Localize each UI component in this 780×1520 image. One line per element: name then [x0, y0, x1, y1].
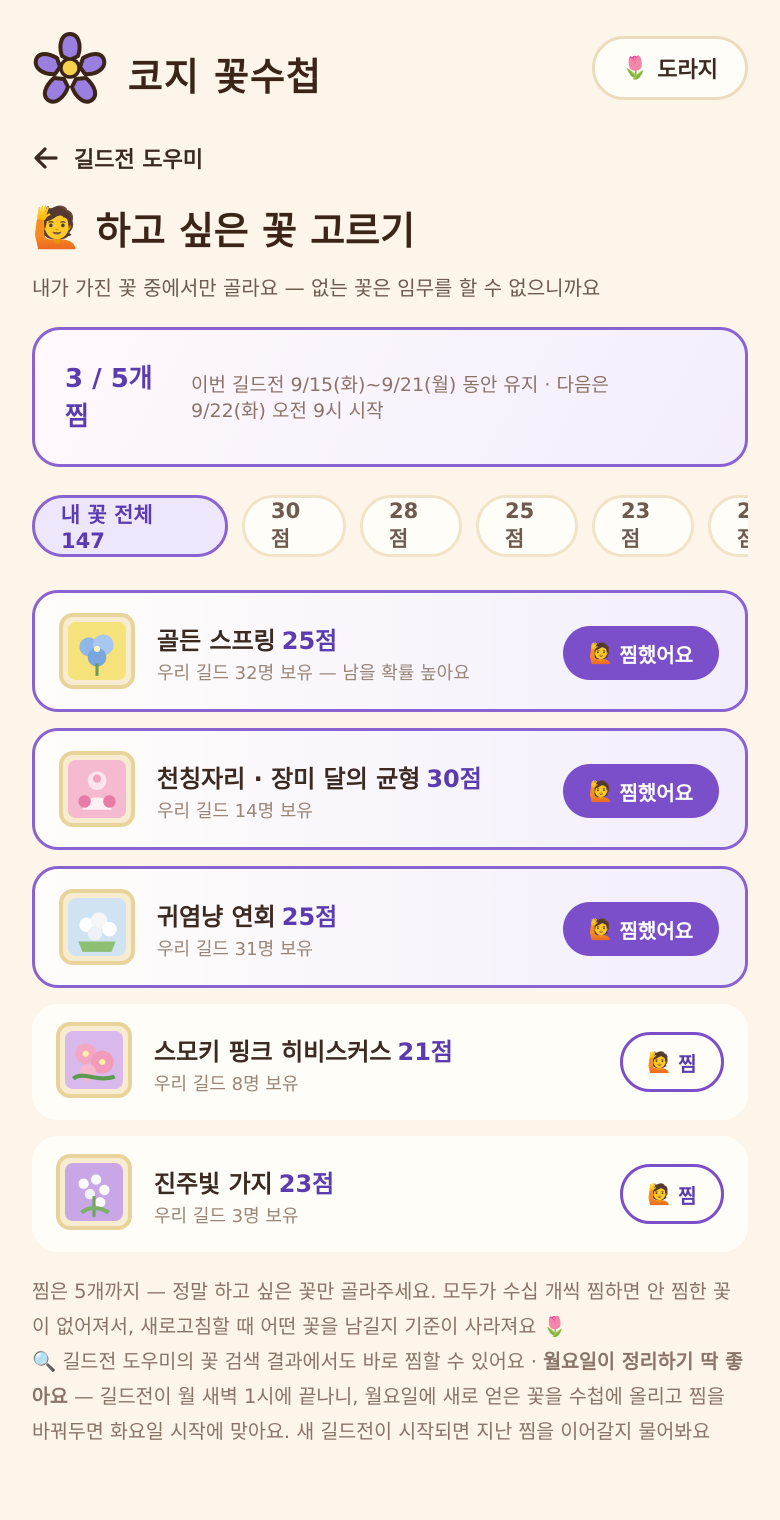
flower-guild-count: 우리 길드 14명 보유 [157, 801, 313, 822]
blue-flower-bouquet-icon [68, 622, 126, 680]
flower-name: 귀염냥 연회 25점 [157, 903, 338, 931]
app-title: 코지 꽃수첩 [128, 55, 323, 99]
flower-card: 골든 스프링 25점 우리 길드 32명 보유 — 남을 확률 높아요 🙋 찜했어… [32, 590, 748, 712]
flower-thumbnail [56, 1154, 132, 1230]
pick-period-note: 이번 길드전 9/15(화)~9/21(월) 동안 유지 · 다음은 9/22(… [191, 374, 609, 422]
raising-hand-icon: 🙋 [647, 1050, 673, 1074]
flower-score: 25점 [281, 903, 338, 931]
back-link[interactable]: 길드전 도우미 [32, 140, 203, 176]
pick-button[interactable]: 🙋 찜 [620, 1164, 724, 1224]
arrow-left-icon [34, 147, 58, 169]
flower-thumbnail [59, 889, 135, 965]
picked-button[interactable]: 🙋 찜했어요 [563, 764, 719, 818]
magnifier-icon: 🔍 [32, 1350, 57, 1373]
flower-name: 진주빛 가지 23점 [154, 1170, 335, 1198]
flower-score: 25점 [281, 627, 338, 655]
raising-hand-icon: 🙋 [588, 641, 614, 665]
filter-chip-21[interactable]: 21점 [708, 495, 748, 557]
help-footnote: 찜은 5개까지 — 정말 하고 싶은 꽃만 골라주세요. 모두가 수십 개씩 찜… [32, 1274, 748, 1449]
user-chip[interactable]: 🌷 도라지 [592, 36, 748, 100]
flower-card: 스모키 핑크 히비스커스 21점 우리 길드 8명 보유 🙋 찜 [32, 1004, 748, 1120]
flower-thumbnail [59, 613, 135, 689]
picked-button[interactable]: 🙋 찜했어요 [563, 626, 719, 680]
flower-score: 21점 [397, 1038, 453, 1066]
flower-card: 천칭자리 · 장미 달의 균형 30점 우리 길드 14명 보유 🙋 찜했어요 [32, 728, 748, 850]
raising-hand-icon: 🙋 [588, 917, 614, 941]
back-label: 길드전 도우미 [74, 148, 204, 173]
footnote-line-2: 🔍 길드전 도우미의 꽃 검색 결과에서도 바로 찜할 수 있어요 · 월요일이… [32, 1350, 744, 1443]
picked-button[interactable]: 🙋 찜했어요 [563, 902, 719, 956]
flower-score: 23점 [278, 1170, 335, 1198]
flower-thumbnail [56, 1022, 132, 1098]
tulip-icon: 🌷 [621, 55, 650, 81]
filter-chip-23[interactable]: 23점 [592, 495, 694, 557]
flower-guild-count: 우리 길드 8명 보유 [154, 1074, 299, 1095]
flower-card: 귀염냥 연회 25점 우리 길드 31명 보유 🙋 찜했어요 [32, 866, 748, 988]
flower-guild-count: 우리 길드 31명 보유 [157, 939, 313, 960]
flower-thumbnail [59, 751, 135, 827]
raising-hand-icon: 🙋 [647, 1182, 673, 1206]
flower-name: 골든 스프링 25점 [157, 627, 338, 655]
flower-name: 천칭자리 · 장미 달의 균형 30점 [157, 765, 482, 793]
footnote-line-1: 찜은 5개까지 — 정말 하고 싶은 꽃만 골라주세요. 모두가 수십 개씩 찜… [32, 1280, 731, 1338]
raising-hand-icon: 🙋 [588, 779, 614, 803]
pick-button[interactable]: 🙋 찜 [620, 1032, 724, 1092]
filter-chip-25[interactable]: 25점 [476, 495, 578, 557]
pink-hibiscus-icon [65, 1031, 123, 1089]
white-flower-basket-icon [68, 898, 126, 956]
flower-score: 30점 [426, 765, 482, 793]
user-name: 도라지 [657, 58, 719, 83]
filter-chip-28[interactable]: 28점 [360, 495, 462, 557]
libra-rose-icon [68, 760, 126, 818]
score-filter-row: 내 꽃 전체 147 30점 28점 25점 23점 21점 [32, 495, 748, 559]
flower-name: 스모키 핑크 히비스커스 21점 [154, 1038, 453, 1066]
app-header: 코지 꽃수첩 🌷 도라지 [32, 30, 748, 106]
flower-guild-count: 우리 길드 32명 보유 — 남을 확률 높아요 [157, 663, 470, 684]
flower-logo-icon [33, 32, 107, 104]
page-title-text: 하고 싶은 꽃 고르기 [95, 209, 416, 253]
filter-chip-all[interactable]: 내 꽃 전체 147 [32, 495, 228, 557]
raising-hand-icon: 🙋 [32, 205, 82, 251]
flower-guild-count: 우리 길드 3명 보유 [154, 1206, 299, 1227]
flower-card: 진주빛 가지 23점 우리 길드 3명 보유 🙋 찜 [32, 1136, 748, 1252]
page-title: 🙋 하고 싶은 꽃 고르기 [32, 200, 415, 255]
filter-chip-30[interactable]: 30점 [242, 495, 346, 557]
pearl-branch-icon [65, 1163, 123, 1221]
pick-status-card: 3 / 5개 찜 이번 길드전 9/15(화)~9/21(월) 동안 유지 · … [32, 327, 748, 467]
pick-count: 3 / 5개 찜 [65, 364, 153, 432]
page-subtitle: 내가 가진 꽃 중에서만 골라요 — 없는 꽃은 임무를 할 수 없으니까요 [32, 276, 601, 300]
